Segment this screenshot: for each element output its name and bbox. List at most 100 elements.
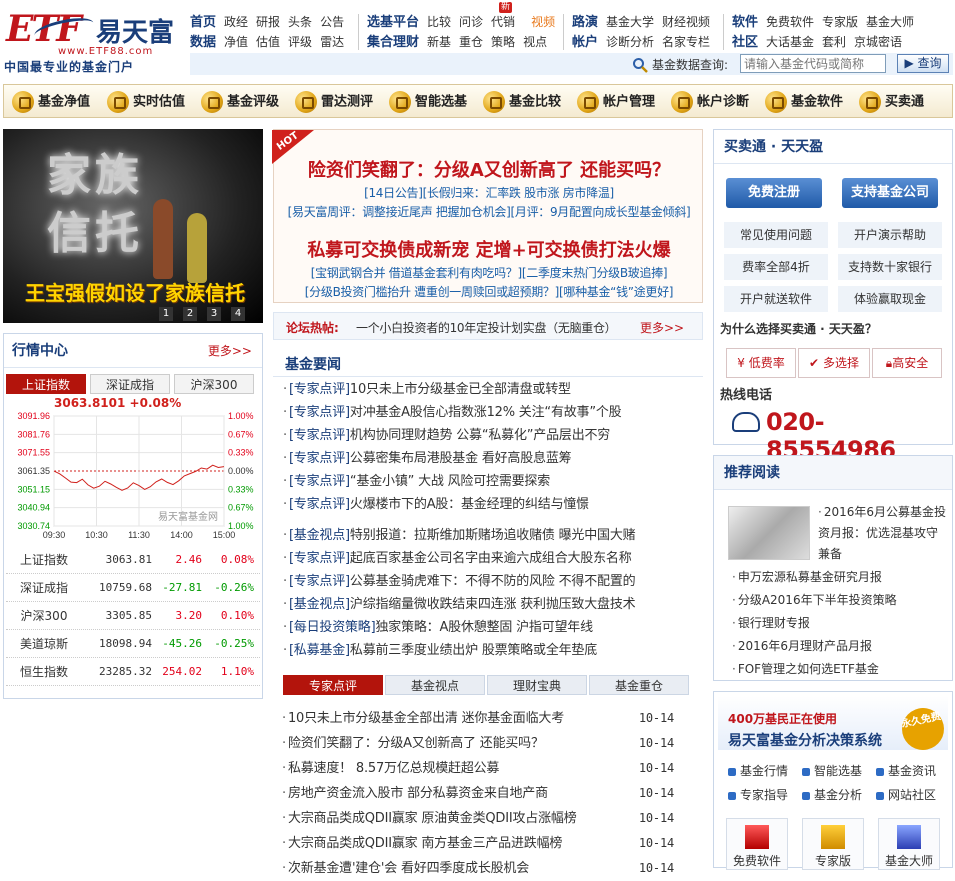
tab-finance-guide[interactable]: 理财宝典	[487, 675, 587, 695]
ad-link[interactable]: 基金分析	[802, 786, 862, 803]
news-item[interactable]: · [专家点评]“基金小镇” 大战 风险可控需要探索	[283, 470, 621, 493]
news-item[interactable]: · [专家点评]公募密集布局港股基金 看好高股息蓝筹	[283, 447, 621, 470]
headline-sub-2[interactable]: [易天富周评：调整接近尾声 把握加仓机会][月评：9月配置向成长型基金倾斜]	[274, 203, 704, 220]
headline-sub-3[interactable]: [宝钢武钢合并 借道基金套利有肉吃吗？][二季度末热门分级B玻追捧]	[274, 264, 704, 281]
nav-link[interactable]: 策略	[491, 32, 515, 52]
tab-fund-view[interactable]: 基金视点	[385, 675, 485, 695]
quote-row[interactable]: 恒生指数 23285.32 254.02 1.10%	[6, 658, 260, 686]
headline-2[interactable]: 私募可交换债成新宠 定增+可交换债打法火爆	[274, 236, 704, 262]
nav-link[interactable]: 京城密语	[854, 32, 902, 52]
tool-account-manage[interactable]: 帐户管理	[577, 91, 655, 113]
news-item[interactable]: · [每日投资策略]独家策略：A股休憩整固 沪指可望年线	[283, 616, 635, 639]
tool-trade[interactable]: 买卖通	[859, 91, 924, 113]
nav-link[interactable]: 重仓	[459, 32, 483, 52]
nav-link[interactable]: 基金大师	[866, 12, 914, 32]
banner-page-4[interactable]: 4	[231, 307, 245, 321]
tab-shanghai-index[interactable]: 上证指数	[6, 374, 86, 394]
faq-item[interactable]: 开户演示帮助	[838, 222, 942, 248]
reading-thumbnail[interactable]	[728, 506, 810, 560]
list-item[interactable]: · 分级A2016年下半年投资策略	[732, 589, 897, 612]
nav-link[interactable]: 雷达	[320, 32, 344, 52]
headline-sub-1[interactable]: [14日公告][长假归来：汇率跌 股市涨 房市降温]	[274, 184, 704, 201]
list-item[interactable]: · 房地产资金流入股市 部分私募资金来自地产商 10-14	[282, 781, 692, 806]
nav-link[interactable]: 诊断分析	[606, 32, 654, 52]
banner-page-2[interactable]: 2	[183, 307, 197, 321]
tab-fund-holdings[interactable]: 基金重仓	[589, 675, 689, 695]
headline-sub-4[interactable]: [分级B投资门槛抬升 遭重创一周赎回或超预期？][哪种基金“钱”途更好]	[274, 283, 704, 300]
quote-row[interactable]: 上证指数 3063.81 2.46 0.08%	[6, 546, 260, 574]
quote-row[interactable]: 深证成指 10759.68 -27.81 -0.26%	[6, 574, 260, 602]
news-item[interactable]: · [专家点评]火爆楼市下的A股：基金经理的纠结与憧憬	[283, 493, 621, 516]
news-item[interactable]: · [专家点评]10只未上市分级基金已全部清盘或转型	[283, 378, 621, 401]
tool-fund-software[interactable]: 基金软件	[765, 91, 843, 113]
news-item[interactable]: · [专家点评]公募基金骑虎难下：不得不防的风险 不得不配置的	[283, 570, 636, 593]
quote-row[interactable]: 美道琼斯 18098.94 -45.26 -0.25%	[6, 630, 260, 658]
nav-link[interactable]: 套利	[822, 32, 846, 52]
list-item[interactable]: · 大宗商品类成QDII赢家 原油黄金类QDII攻占涨幅榜 10-14	[282, 806, 692, 831]
banner-page-1[interactable]: 1	[159, 307, 173, 321]
list-item[interactable]: · FOF管理之如何选ETF基金	[732, 658, 897, 681]
nav-link[interactable]: 评级	[288, 32, 312, 52]
nav-link[interactable]: 名家专栏	[662, 32, 710, 52]
faq-item[interactable]: 费率全部4折	[724, 254, 828, 280]
tab-expert-review[interactable]: 专家点评	[283, 675, 383, 695]
supported-companies-button[interactable]: 支持基金公司	[842, 178, 938, 208]
nav-link[interactable]: 政经	[224, 12, 248, 32]
tab-shenzhen-index[interactable]: 深证成指	[90, 374, 170, 394]
forum-more-link[interactable]: 更多>>	[640, 319, 684, 336]
list-item[interactable]: · 申万宏源私募基金研究月报	[732, 566, 897, 589]
nav-community[interactable]: 社区	[732, 33, 758, 53]
headline-1[interactable]: 险资们笑翻了：分级A又创新高了 还能买吗？	[274, 156, 704, 182]
market-more-link[interactable]: 更多>>	[208, 334, 252, 368]
register-button[interactable]: 免费注册	[726, 178, 822, 208]
nav-link[interactable]: 问诊	[459, 12, 483, 32]
tab-hs300[interactable]: 沪深300	[174, 374, 254, 394]
faq-item[interactable]: 体验赢取现金	[838, 286, 942, 312]
ad-banner[interactable]: 400万基民正在使用 易天富基金分析决策系统 永久免费	[718, 696, 948, 754]
list-item[interactable]: · 私募速度！ 8.57万亿总规模赶超公募 10-14	[282, 756, 692, 781]
faq-item[interactable]: 常见使用问题	[724, 222, 828, 248]
nav-link[interactable]: 新基	[427, 32, 451, 52]
nav-link[interactable]: 净值	[224, 32, 248, 52]
tool-account-diagnose[interactable]: 帐户诊断	[671, 91, 749, 113]
search-button[interactable]: ▶ 查询	[897, 54, 949, 73]
tool-radar[interactable]: 雷达测评	[295, 91, 373, 113]
nav-data[interactable]: 数据	[190, 33, 216, 53]
nav-link[interactable]: 比较	[427, 12, 451, 32]
nav-link-video[interactable]: 视频	[531, 12, 555, 32]
nav-link[interactable]: 视点	[523, 32, 547, 52]
list-item[interactable]: · 10只未上市分级基金全部出清 迷你基金面临大考 10-14	[282, 706, 692, 731]
forum-post-link[interactable]: 一个小白投资者的10年定投计划实盘（无脑重仓）	[356, 319, 617, 336]
faq-item[interactable]: 支持数十家银行	[838, 254, 942, 280]
nav-link[interactable]: 财经视频	[662, 12, 710, 32]
nav-fund-picker[interactable]: 选基平台	[367, 13, 419, 33]
ad-link[interactable]: 基金行情	[728, 762, 788, 779]
ad-box-master[interactable]: 基金大师	[878, 818, 940, 870]
tool-fund-rating[interactable]: 基金评级	[201, 91, 279, 113]
tool-realtime-estimate[interactable]: 实时估值	[107, 91, 185, 113]
news-item[interactable]: · [基金视点]沪综指缩量微收跌结束四连涨 获利抛压致大盘技术	[283, 593, 636, 616]
list-item[interactable]: · 险资们笑翻了：分级A又创新高了 还能买吗？ 10-14	[282, 731, 692, 756]
nav-link[interactable]: 公告	[320, 12, 344, 32]
nav-link-agency[interactable]: 新代销	[491, 2, 523, 32]
ad-link[interactable]: 智能选基	[802, 762, 862, 779]
tool-smart-select[interactable]: 智能选基	[389, 91, 467, 113]
tool-fund-compare[interactable]: 基金比较	[483, 91, 561, 113]
ad-link[interactable]: 基金资讯	[876, 762, 936, 779]
promo-banner[interactable]: 家族信托 王宝强假如设了家族信托 1234	[3, 129, 263, 323]
list-item[interactable]: · 银行理财专报	[732, 612, 897, 635]
ad-link[interactable]: 网站社区	[876, 786, 936, 803]
news-item[interactable]: · [专家点评]机构协同理财趋势 公募“私募化”产品层出不穷	[283, 424, 621, 447]
nav-link[interactable]: 头条	[288, 12, 312, 32]
fund-search-input[interactable]	[740, 54, 886, 73]
list-item[interactable]: · 次新基金遭'建仓'会 看好四季度成长股机会 10-14	[282, 856, 692, 881]
nav-roadshow[interactable]: 路演	[572, 13, 598, 33]
news-item[interactable]: · [基金视点]特别报道：拉斯维加斯赌场追收赌债 曝光中国大赌	[283, 524, 636, 547]
nav-link[interactable]: 专家版	[822, 12, 858, 32]
list-item[interactable]: · 2016年6月理财产品月报	[732, 635, 897, 658]
nav-software[interactable]: 软件	[732, 13, 758, 33]
nav-collective[interactable]: 集合理财	[367, 33, 419, 53]
ad-link[interactable]: 专家指导	[728, 786, 788, 803]
tool-nav-value[interactable]: 基金净值	[12, 91, 90, 113]
site-logo[interactable]: ETF 易天富 www.ETF88.com 中国最专业的基金门户	[4, 6, 186, 74]
